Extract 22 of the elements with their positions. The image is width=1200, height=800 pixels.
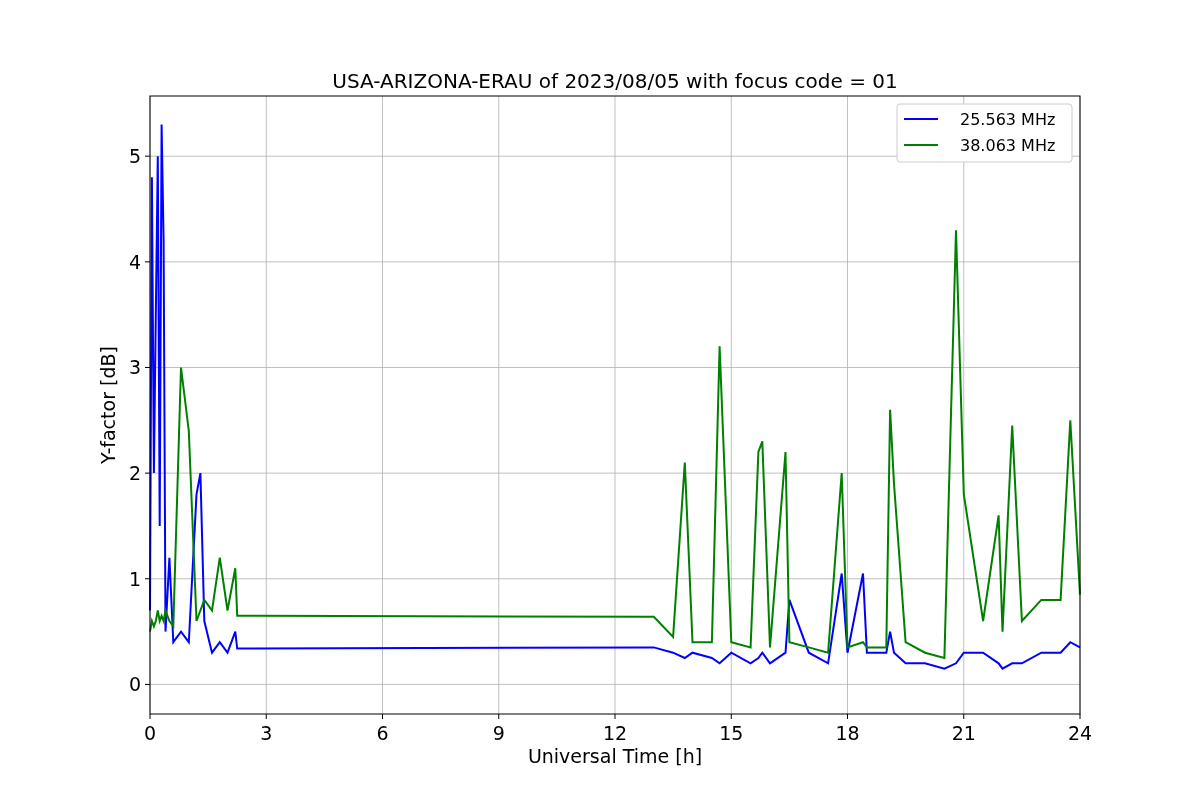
y-tick-label: 1 [128,567,141,590]
y-tick-label: 3 [128,356,141,379]
chart-title: USA-ARIZONA-ERAU of 2023/08/05 with focus code = 01 [332,69,898,93]
x-tick-label: 18 [835,722,860,744]
legend-line-icon [903,144,939,146]
y-tick-label: 0 [128,673,141,696]
legend-line-icon [903,118,939,120]
x-tick-label: 9 [492,722,505,744]
y-tick-label: 2 [128,462,141,485]
x-tick-label: 6 [376,722,389,744]
x-tick-label: 15 [719,722,744,744]
x-axis-label: Universal Time [h] [527,745,703,767]
legend-label: 38.063 MHz [960,136,1056,155]
y-axis-label: Y-factor [dB] [97,346,119,464]
x-tick-label: 0 [143,722,157,744]
x-tick-label: 21 [951,722,976,744]
x-tick-label: 3 [260,722,273,744]
legend-label: 25.563 MHz [960,110,1056,129]
y-tick-label: 5 [128,145,141,168]
y-tick-label: 4 [128,250,141,273]
x-tick-label: 24 [1067,722,1093,744]
x-tick-label: 12 [602,722,628,744]
